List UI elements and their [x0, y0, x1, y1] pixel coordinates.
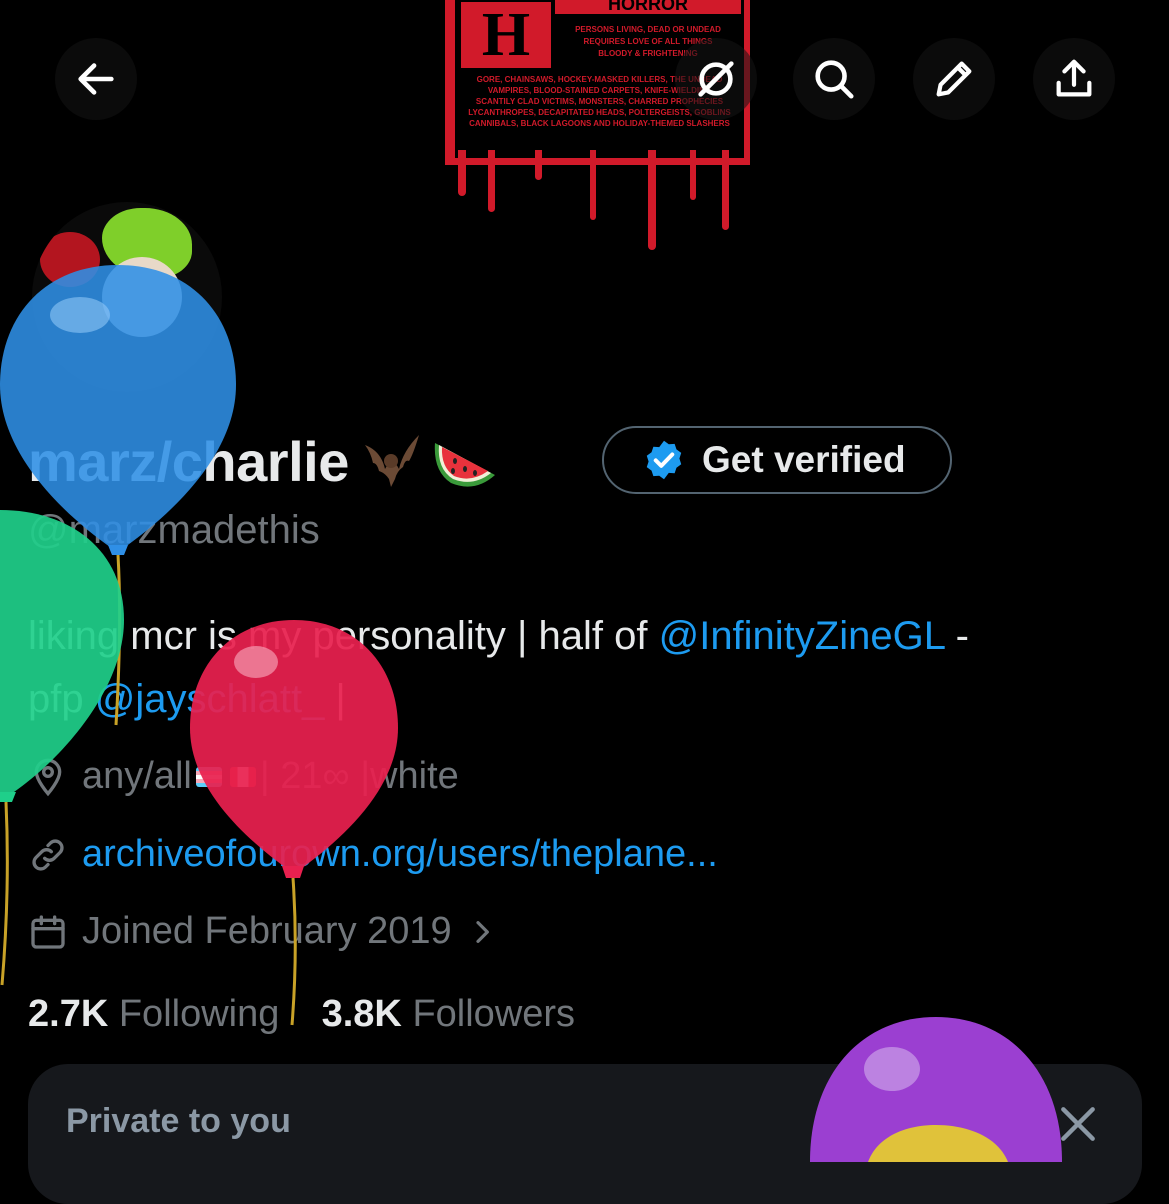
blood-drip [590, 150, 596, 220]
blood-drip [488, 150, 495, 212]
get-verified-label: Get verified [702, 439, 906, 480]
blood-drip [648, 150, 656, 250]
private-card-label: Private to you [66, 1102, 291, 1140]
bio-mention-link[interactable]: @InfinityZineGL [659, 614, 945, 658]
edit-button[interactable] [913, 38, 995, 120]
following-count: 2.7K [28, 993, 109, 1035]
chevron-right-icon [476, 920, 489, 943]
followers-label: Followers [412, 993, 576, 1035]
share-icon [1056, 59, 1092, 97]
poster-line: cannibals, black lagoons and holiday-the… [469, 119, 730, 128]
back-button[interactable] [55, 38, 137, 120]
verified-badge-icon [646, 440, 682, 480]
arrow-left-icon [78, 63, 114, 95]
get-verified-button[interactable]: Get verified [602, 426, 952, 494]
poster-letter: H [461, 2, 551, 68]
search-button[interactable] [793, 38, 875, 120]
red-balloon-icon [190, 620, 398, 1026]
pencil-icon [936, 61, 972, 97]
bat-emoji-icon [364, 435, 419, 487]
grok-button[interactable] [675, 38, 757, 120]
blood-drip [722, 150, 729, 230]
bio-text: - [944, 614, 969, 658]
watermelon-emoji-icon [434, 443, 495, 487]
blood-drip [458, 150, 466, 196]
blood-drip [535, 150, 542, 180]
purple-balloon-icon [810, 1017, 1062, 1162]
search-icon [815, 60, 854, 99]
poster-word: HORROR [555, 0, 741, 14]
poster-line: Persons living, dead or undead [575, 25, 721, 34]
blood-drip [690, 150, 696, 200]
green-balloon-icon [0, 510, 124, 986]
grok-icon [698, 61, 734, 97]
share-button[interactable] [1033, 38, 1115, 120]
